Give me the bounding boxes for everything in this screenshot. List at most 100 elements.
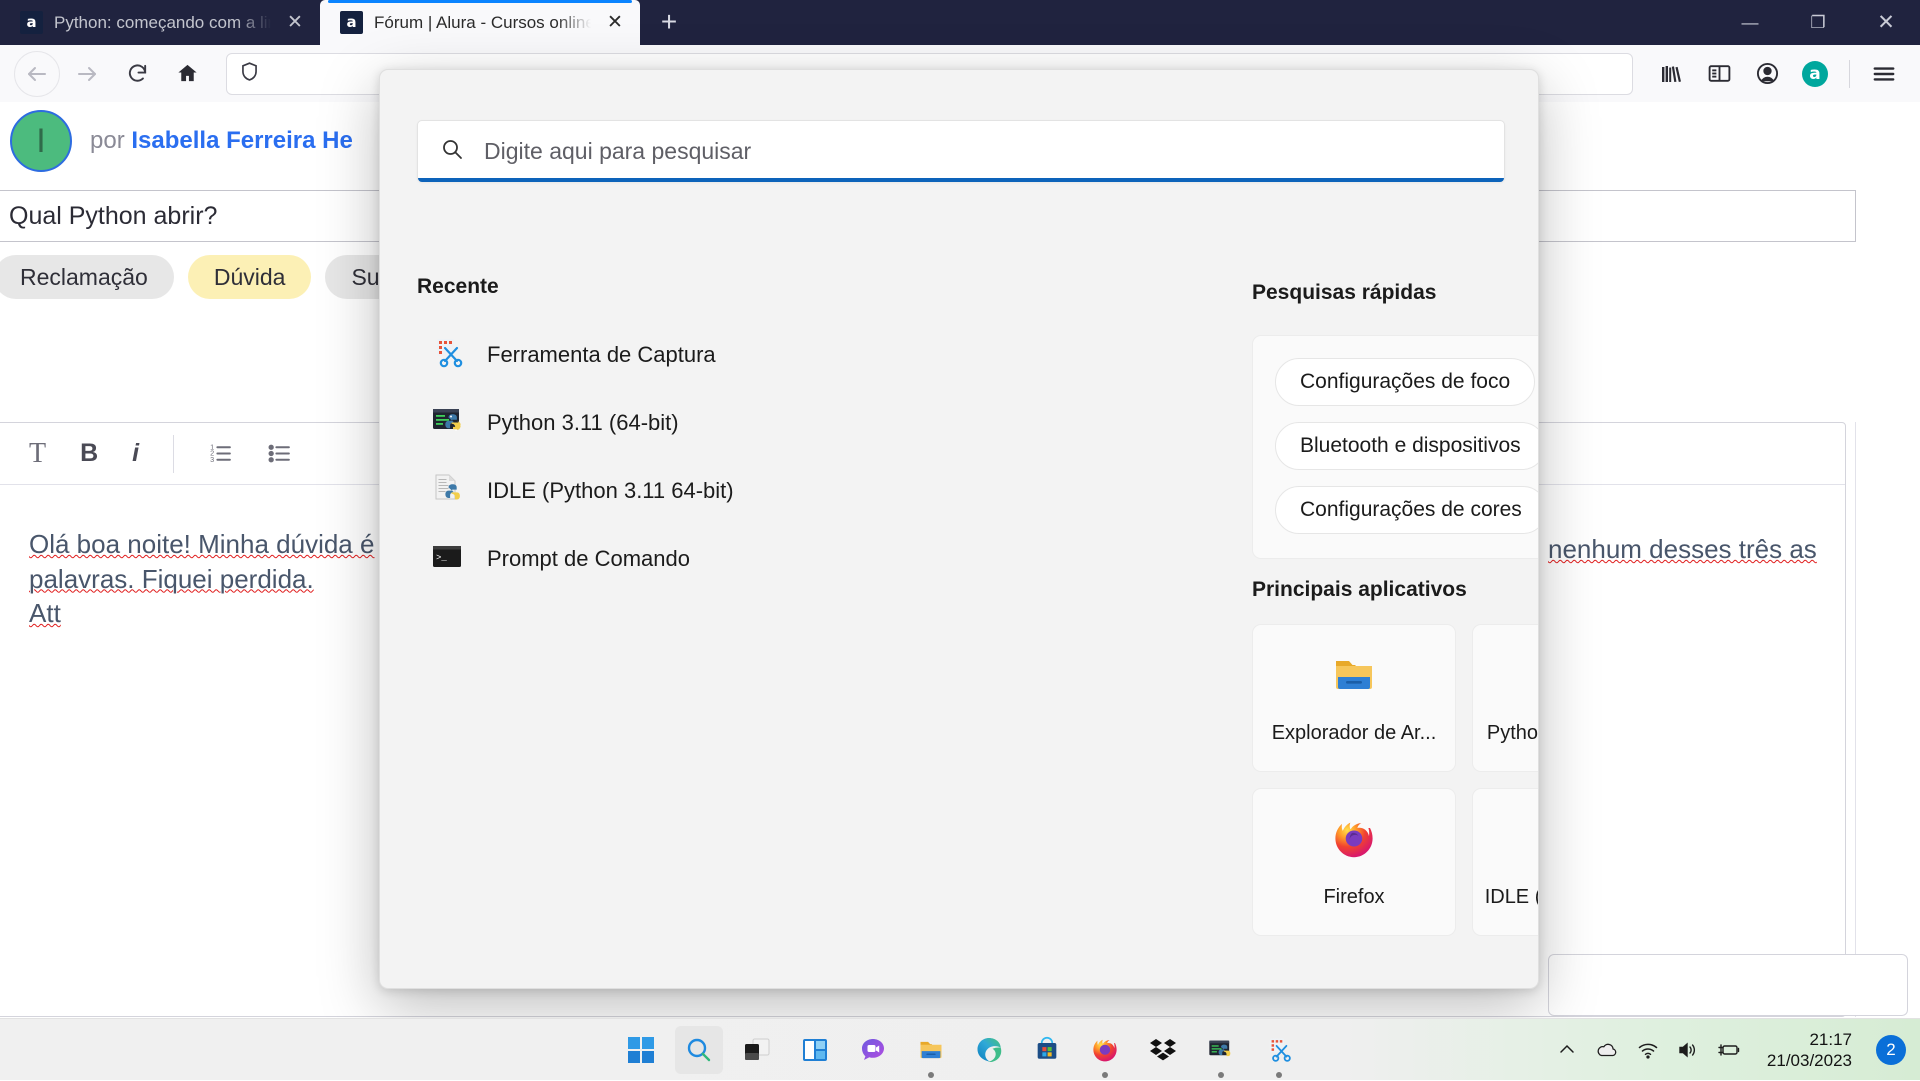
task-view-icon[interactable] [733, 1026, 781, 1074]
quick-searches-section: Pesquisas rápidas 0 I ••• [1252, 275, 1539, 559]
snipping-tool-icon[interactable] [1255, 1026, 1303, 1074]
search-icon [440, 137, 464, 166]
recent-section: Recente Ferramenta de Captura [417, 275, 827, 593]
new-tab-button[interactable]: + [648, 1, 690, 43]
tab-python-course[interactable]: a Python: começando com a ling ✕ [0, 0, 320, 45]
sidebar-icon[interactable] [1697, 52, 1741, 96]
file-explorer-icon [1330, 651, 1378, 704]
shield-icon [239, 61, 260, 87]
tab-title: Fórum | Alura - Cursos online d [374, 13, 591, 33]
running-indicator [928, 1072, 934, 1078]
notification-badge[interactable]: 2 [1876, 1035, 1906, 1065]
tab-strip: a Python: começando com a ling ✕ a Fórum… [0, 0, 1920, 45]
ordered-list-icon[interactable]: 123 [208, 441, 233, 466]
volume-icon[interactable] [1677, 1040, 1699, 1060]
minimize-button[interactable]: — [1716, 0, 1784, 45]
tag-row: Reclamação Dúvida Suges [0, 255, 443, 299]
alura-favicon-icon: a [340, 11, 363, 34]
recent-item-command-prompt[interactable]: >_ Prompt de Comando [417, 525, 827, 593]
app-tile-idle-python[interactable]: IDLE (Python 3.11... [1472, 788, 1539, 936]
svg-text:>_: >_ [436, 553, 447, 563]
home-icon[interactable] [164, 51, 210, 97]
close-window-button[interactable]: ✕ [1852, 0, 1920, 45]
window-controls: — ❐ ✕ [1716, 0, 1920, 45]
file-explorer-icon[interactable] [907, 1026, 955, 1074]
text-style-button[interactable]: T [29, 438, 46, 470]
running-indicator [1102, 1072, 1108, 1078]
app-tile-python-311[interactable]: Python 3.11 (64-b... [1472, 624, 1539, 772]
widgets-icon[interactable] [791, 1026, 839, 1074]
app-tile-label: IDLE (Python 3.11... [1485, 886, 1539, 909]
hamburger-menu-icon[interactable] [1862, 52, 1906, 96]
firefox-icon[interactable] [1081, 1026, 1129, 1074]
command-prompt-icon: >_ [431, 540, 465, 579]
app-tile-firefox[interactable]: Firefox [1252, 788, 1456, 936]
running-indicator [1218, 1072, 1224, 1078]
bold-button[interactable]: B [80, 439, 98, 468]
recent-item-python-311[interactable]: Python 3.11 (64-bit) [417, 389, 827, 457]
recent-item-label: Ferramenta de Captura [487, 342, 716, 368]
start-icon[interactable] [617, 1026, 665, 1074]
author-name: Isabella Ferreira He [131, 127, 352, 154]
idle-python-icon [431, 472, 465, 511]
python-console-icon[interactable] [1197, 1026, 1245, 1074]
maximize-button[interactable]: ❐ [1784, 0, 1852, 45]
taskbar-icon-group [617, 1019, 1303, 1081]
windows-search-flyout: Digite aqui para pesquisar Recente Ferra… [379, 69, 1539, 989]
quick-pill-focus-settings[interactable]: Configurações de foco [1275, 358, 1535, 406]
show-hidden-icons-icon[interactable] [1557, 1040, 1577, 1060]
library-icon[interactable] [1649, 52, 1693, 96]
account-icon[interactable] [1745, 52, 1789, 96]
battery-charging-icon[interactable] [1717, 1040, 1743, 1060]
python-console-icon [431, 404, 465, 443]
recent-item-idle-python[interactable]: IDLE (Python 3.11 64-bit) [417, 457, 827, 525]
search-input[interactable]: Digite aqui para pesquisar [417, 120, 1505, 182]
author-byline: por Isabella Ferreira He [90, 127, 353, 155]
app-tile-label: Explorador de Ar... [1272, 722, 1437, 745]
tag-duvida[interactable]: Dúvida [188, 255, 312, 299]
author-row: I por Isabella Ferreira He [10, 110, 353, 172]
recent-item-label: IDLE (Python 3.11 64-bit) [487, 478, 734, 504]
back-arrow-icon[interactable] [14, 51, 60, 97]
quick-pill-bluetooth-devices[interactable]: Bluetooth e dispositivos [1275, 422, 1539, 470]
quick-searches-header: Pesquisas rápidas 0 I ••• [1252, 275, 1539, 311]
toolbar-right-group: a [1649, 52, 1906, 96]
forward-arrow-icon[interactable] [64, 51, 110, 97]
microsoft-store-icon[interactable] [1023, 1026, 1071, 1074]
onedrive-icon[interactable] [1595, 1040, 1619, 1060]
top-apps-grid: Explorador de Ar... Python 3.11 (64-b... [1252, 624, 1539, 936]
snipping-tool-icon [431, 336, 465, 375]
app-tile-label: Firefox [1323, 886, 1384, 909]
tag-reclamacao[interactable]: Reclamação [0, 255, 174, 299]
edge-icon[interactable] [965, 1026, 1013, 1074]
close-icon[interactable]: ✕ [282, 10, 308, 36]
file-drop-area[interactable] [1548, 954, 1908, 1016]
clock-date: 21/03/2023 [1767, 1050, 1852, 1071]
italic-button[interactable]: i [132, 439, 139, 468]
quick-searches-panel: Configurações de foco Configurações de S… [1252, 335, 1539, 559]
avatar: I [10, 110, 72, 172]
recent-item-label: Prompt de Comando [487, 546, 690, 572]
search-icon[interactable] [675, 1026, 723, 1074]
dropbox-icon[interactable] [1139, 1026, 1187, 1074]
app-tile-file-explorer[interactable]: Explorador de Ar... [1252, 624, 1456, 772]
alura-extension-icon[interactable]: a [1793, 52, 1837, 96]
tab-forum-alura[interactable]: a Fórum | Alura - Cursos online d ✕ [320, 0, 640, 45]
editor-overflow-text: nenhum desses três as [1548, 534, 1817, 565]
search-placeholder: Digite aqui para pesquisar [484, 138, 751, 165]
chat-icon[interactable] [849, 1026, 897, 1074]
firefox-icon [1330, 815, 1378, 868]
svg-text:3: 3 [210, 455, 214, 464]
clock[interactable]: 21:17 21/03/2023 [1767, 1029, 1852, 1072]
wifi-icon[interactable] [1637, 1040, 1659, 1060]
author-prefix: por [90, 127, 125, 154]
tab-title: Python: começando com a ling [54, 13, 271, 33]
unordered-list-icon[interactable] [267, 441, 292, 466]
reload-icon[interactable] [114, 51, 160, 97]
recent-item-snipping-tool[interactable]: Ferramenta de Captura [417, 321, 827, 389]
quick-pill-color-settings[interactable]: Configurações de cores [1275, 486, 1539, 534]
editor-divider [1855, 422, 1856, 1017]
close-icon[interactable]: ✕ [602, 10, 628, 36]
top-apps-title: Principais aplicativos [1252, 578, 1539, 602]
app-tile-label: Python 3.11 (64-b... [1487, 722, 1539, 745]
